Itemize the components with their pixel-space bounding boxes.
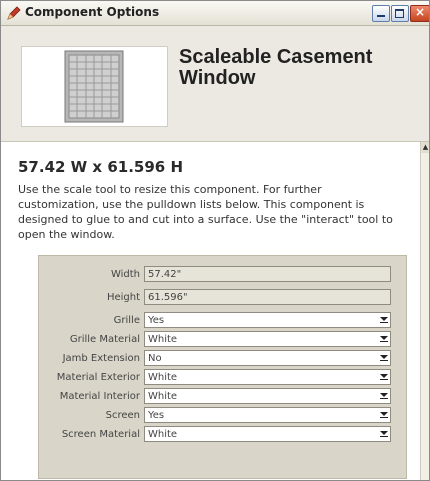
option-label: Grille xyxy=(113,315,140,326)
width-field[interactable]: 57.42" xyxy=(144,266,391,282)
scroll-up-arrow-icon[interactable]: ▲ xyxy=(421,142,429,153)
option-label: Screen Material xyxy=(61,429,140,440)
dropdown-arrow-icon[interactable] xyxy=(380,412,388,418)
component-description: Use the scale tool to resize this compon… xyxy=(18,183,393,241)
option-label: Jamb Extension xyxy=(62,353,140,364)
close-button[interactable]: × xyxy=(410,5,429,22)
component-header: Scaleable Casement Window xyxy=(1,26,429,142)
maximize-icon xyxy=(395,9,404,18)
option-label: Material Exterior xyxy=(56,372,140,383)
option-row-jamb-extension: Jamb Extension No xyxy=(39,350,406,369)
selected-value: Yes xyxy=(148,315,165,326)
dropdown-arrow-icon[interactable] xyxy=(380,355,388,361)
vertical-scrollbar[interactable]: ▲ xyxy=(420,142,429,480)
option-label: Grille Material xyxy=(69,334,140,345)
selected-value: White xyxy=(148,429,178,440)
options-panel: Width 57.42" Height 61.596" Grille Yes G… xyxy=(38,255,407,479)
selected-value: White xyxy=(148,391,178,402)
option-row-grille: Grille Yes xyxy=(39,312,406,331)
component-options-window: Component Options × Scaleable Casement W… xyxy=(0,0,430,481)
selected-value: White xyxy=(148,372,178,383)
material-exterior-select[interactable]: White xyxy=(144,369,391,385)
option-label: Material Interior xyxy=(59,391,140,402)
option-row-grille-material: Grille Material White xyxy=(39,331,406,350)
option-label: Width xyxy=(110,269,140,280)
maximize-button[interactable] xyxy=(391,5,409,22)
component-name: Scaleable Casement Window xyxy=(179,46,373,89)
dropdown-arrow-icon[interactable] xyxy=(380,393,388,399)
option-label: Screen xyxy=(105,410,140,421)
material-interior-select[interactable]: White xyxy=(144,388,391,404)
minimize-icon xyxy=(377,15,385,17)
option-row-material-interior: Material Interior White xyxy=(39,388,406,407)
dropdown-arrow-icon[interactable] xyxy=(380,336,388,342)
close-icon: × xyxy=(414,5,426,19)
window-title: Component Options xyxy=(25,5,160,19)
option-row-height: Height 61.596" xyxy=(39,289,406,308)
dropdown-arrow-icon[interactable] xyxy=(380,431,388,437)
window-thumbnail-icon xyxy=(64,50,124,123)
screen-select[interactable]: Yes xyxy=(144,407,391,423)
height-field[interactable]: 61.596" xyxy=(144,289,391,305)
grille-material-select[interactable]: White xyxy=(144,331,391,347)
grille-select[interactable]: Yes xyxy=(144,312,391,328)
option-label: Height xyxy=(106,292,140,303)
option-row-screen: Screen Yes xyxy=(39,407,406,426)
option-row-material-exterior: Material Exterior White xyxy=(39,369,406,388)
selected-value: No xyxy=(148,353,162,364)
selected-value: White xyxy=(148,334,178,345)
component-thumbnail xyxy=(21,46,168,127)
selected-value: Yes xyxy=(148,410,165,421)
pencil-app-icon xyxy=(7,6,21,20)
dropdown-arrow-icon[interactable] xyxy=(380,317,388,323)
minimize-button[interactable] xyxy=(372,5,390,22)
component-dimensions: 57.42 W x 61.596 H xyxy=(18,158,183,176)
screen-material-select[interactable]: White xyxy=(144,426,391,442)
jamb-extension-select[interactable]: No xyxy=(144,350,391,366)
dropdown-arrow-icon[interactable] xyxy=(380,374,388,380)
option-row-screen-material: Screen Material White xyxy=(39,426,406,445)
option-row-width: Width 57.42" xyxy=(39,266,406,285)
title-bar[interactable]: Component Options × xyxy=(1,1,429,26)
component-details: 57.42 W x 61.596 H Use the scale tool to… xyxy=(1,142,419,480)
